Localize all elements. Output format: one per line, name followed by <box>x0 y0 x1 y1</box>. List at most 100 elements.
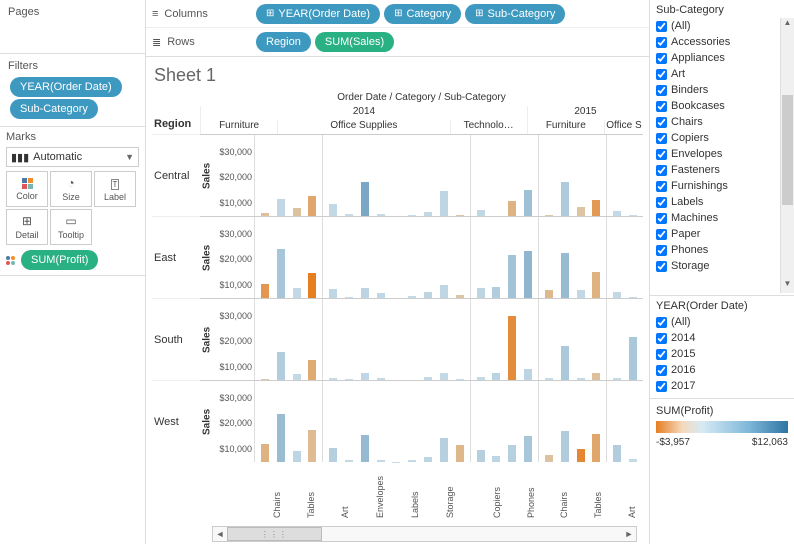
filter-item[interactable]: Storage <box>656 258 792 274</box>
bar[interactable] <box>308 360 316 380</box>
bar[interactable] <box>577 449 585 462</box>
checkbox[interactable] <box>656 229 667 240</box>
bar[interactable] <box>524 369 532 380</box>
bar[interactable] <box>261 444 269 462</box>
marks-type-select[interactable]: ▮▮▮ Automatic ▼ <box>6 147 139 167</box>
bar[interactable] <box>508 255 516 298</box>
checkbox[interactable] <box>656 213 667 224</box>
filter-item[interactable]: Art <box>656 66 792 82</box>
filter-item[interactable]: Furnishings <box>656 178 792 194</box>
filter-item[interactable]: 2014 <box>656 330 792 346</box>
bar[interactable] <box>440 438 448 462</box>
bar[interactable] <box>293 451 301 462</box>
bar[interactable] <box>592 434 600 462</box>
checkbox[interactable] <box>656 117 667 128</box>
bar[interactable] <box>440 285 448 298</box>
bar[interactable] <box>329 448 337 462</box>
bar[interactable] <box>508 445 516 462</box>
filter-item[interactable]: Accessories <box>656 34 792 50</box>
mark-color-button[interactable]: Color <box>6 171 48 207</box>
filter-item[interactable]: Machines <box>656 210 792 226</box>
bar[interactable] <box>613 445 621 462</box>
marks-profit-pill[interactable]: SUM(Profit) <box>21 250 98 270</box>
checkbox[interactable] <box>656 381 667 392</box>
row-pill[interactable]: SUM(Sales) <box>315 32 394 52</box>
mark-size-button[interactable]: ◔Size <box>50 171 92 207</box>
bar[interactable] <box>577 290 585 298</box>
filter-pill[interactable]: YEAR(Order Date) <box>10 77 122 97</box>
bar[interactable] <box>477 450 485 462</box>
column-pill[interactable]: ⊞YEAR(Order Date) <box>256 4 380 24</box>
bar[interactable] <box>577 207 585 216</box>
bar[interactable] <box>361 182 369 216</box>
filter-pill[interactable]: Sub-Category <box>10 99 98 119</box>
bar[interactable] <box>629 337 637 381</box>
filter-item[interactable]: (All) <box>656 314 792 330</box>
bar[interactable] <box>545 290 553 298</box>
bar[interactable] <box>477 288 485 298</box>
bar[interactable] <box>277 249 285 298</box>
bar[interactable] <box>440 191 448 216</box>
checkbox[interactable] <box>656 261 667 272</box>
bar[interactable] <box>524 436 532 462</box>
filter-item[interactable]: Fasteners <box>656 162 792 178</box>
checkbox[interactable] <box>656 149 667 160</box>
filter-item[interactable]: Phones <box>656 242 792 258</box>
filter-item[interactable]: Binders <box>656 82 792 98</box>
filter-item[interactable]: Bookcases <box>656 98 792 114</box>
row-pill[interactable]: Region <box>256 32 311 52</box>
filter-item[interactable]: Paper <box>656 226 792 242</box>
bar[interactable] <box>277 199 285 216</box>
bar[interactable] <box>561 253 569 298</box>
bar[interactable] <box>261 284 269 298</box>
checkbox[interactable] <box>656 133 667 144</box>
scrollbar-thumb[interactable] <box>782 95 793 205</box>
bar[interactable] <box>440 373 448 380</box>
bar[interactable] <box>329 204 337 216</box>
bar[interactable] <box>508 201 516 216</box>
bar[interactable] <box>561 182 569 216</box>
filter-item[interactable]: Chairs <box>656 114 792 130</box>
bar[interactable] <box>277 414 285 462</box>
bar[interactable] <box>456 445 464 462</box>
checkbox[interactable] <box>656 197 667 208</box>
bar[interactable] <box>545 455 553 462</box>
bar[interactable] <box>308 430 316 462</box>
checkbox[interactable] <box>656 245 667 256</box>
bar[interactable] <box>293 288 301 298</box>
mark-label-button[interactable]: TLabel <box>94 171 136 207</box>
filter-item[interactable]: 2016 <box>656 362 792 378</box>
scroll-up-icon[interactable]: ▲ <box>781 18 794 32</box>
scroll-down-icon[interactable]: ▼ <box>781 279 794 293</box>
bar[interactable] <box>293 208 301 216</box>
checkbox[interactable] <box>656 317 667 328</box>
checkbox[interactable] <box>656 69 667 80</box>
scroll-left-icon[interactable]: ◄ <box>213 529 227 539</box>
subcat-scrollbar[interactable]: ▲ ▼ <box>780 18 794 293</box>
filter-item[interactable]: 2017 <box>656 378 792 394</box>
bar[interactable] <box>308 196 316 216</box>
bar[interactable] <box>524 251 532 298</box>
filter-item[interactable]: Labels <box>656 194 792 210</box>
filter-item[interactable]: (All) <box>656 18 792 34</box>
checkbox[interactable] <box>656 21 667 32</box>
horizontal-scrollbar[interactable]: ◄ ⋮⋮⋮ ► <box>212 526 637 542</box>
filter-item[interactable]: Envelopes <box>656 146 792 162</box>
bar[interactable] <box>361 373 369 380</box>
bar[interactable] <box>308 273 316 298</box>
scrollbar-thumb[interactable]: ⋮⋮⋮ <box>227 527 322 541</box>
bar[interactable] <box>361 435 369 462</box>
filter-item[interactable]: Appliances <box>656 50 792 66</box>
filter-item[interactable]: Copiers <box>656 130 792 146</box>
checkbox[interactable] <box>656 53 667 64</box>
checkbox[interactable] <box>656 181 667 192</box>
bar[interactable] <box>492 287 500 298</box>
checkbox[interactable] <box>656 365 667 376</box>
mark-tooltip-button[interactable]: ▭Tooltip <box>50 209 92 245</box>
checkbox[interactable] <box>656 349 667 360</box>
checkbox[interactable] <box>656 101 667 112</box>
scroll-right-icon[interactable]: ► <box>622 529 636 539</box>
filter-item[interactable]: 2015 <box>656 346 792 362</box>
bar[interactable] <box>492 373 500 380</box>
checkbox[interactable] <box>656 165 667 176</box>
